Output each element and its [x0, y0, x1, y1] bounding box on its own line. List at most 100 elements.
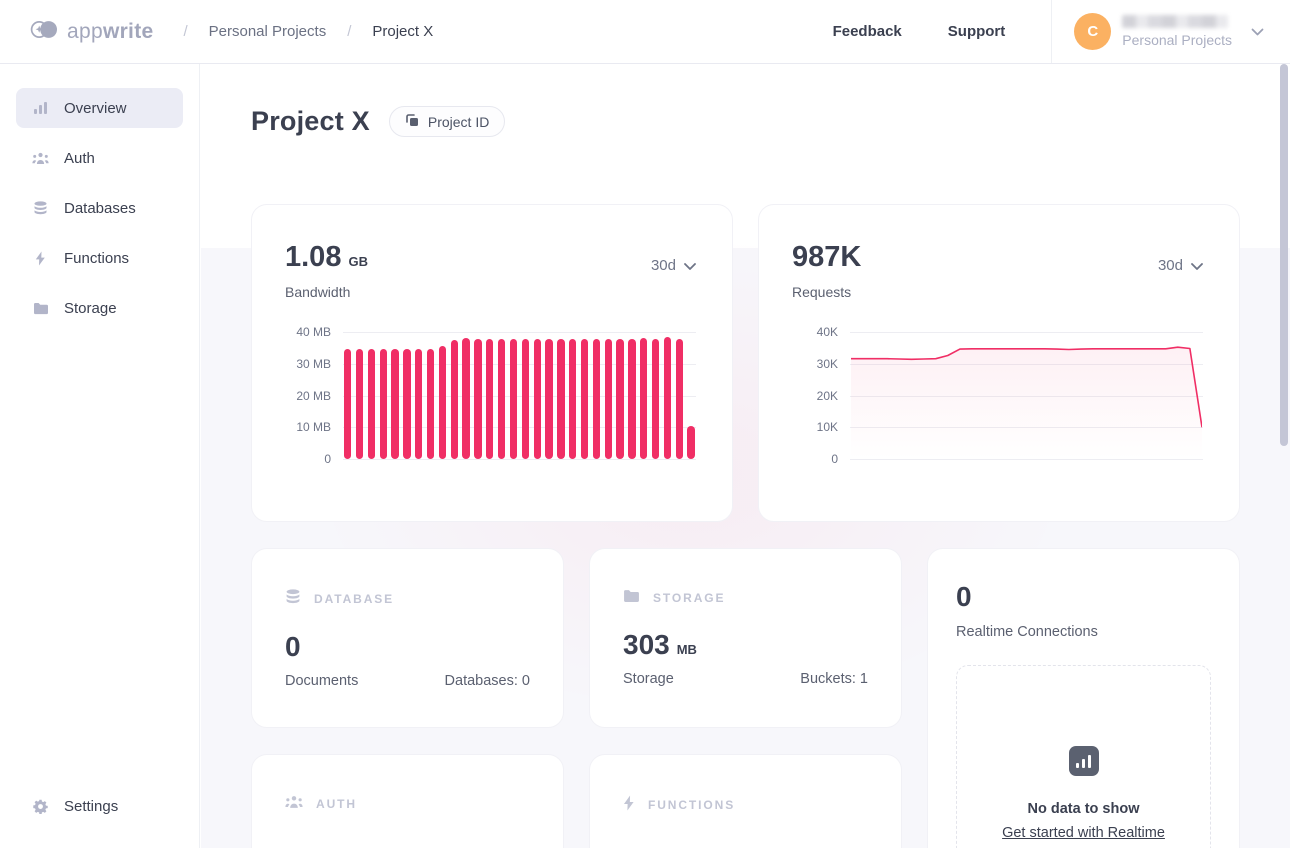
y-tick: 10 MB: [296, 420, 331, 434]
database-card-footer: Documents Databases: 0: [285, 673, 530, 689]
bandwidth-unit: GB: [348, 254, 368, 269]
sidebar-item-label: Databases: [64, 200, 136, 217]
feedback-link[interactable]: Feedback: [833, 23, 902, 40]
bandwidth-y-axis: 40 MB 30 MB 20 MB 10 MB 0: [285, 332, 343, 459]
lightning-icon: [32, 251, 49, 266]
y-tick: 40K: [817, 325, 838, 339]
chevron-down-icon: [1251, 23, 1264, 41]
breadcrumb-personal-projects[interactable]: Personal Projects: [209, 23, 327, 40]
sidebar-item-storage[interactable]: Storage: [16, 288, 183, 328]
project-id-button[interactable]: Project ID: [389, 106, 505, 137]
sidebar-item-overview[interactable]: Overview: [16, 88, 183, 128]
page-title: Project X: [251, 106, 370, 137]
documents-label: Documents: [285, 673, 358, 689]
realtime-connections-count: 0: [956, 581, 1211, 613]
y-tick: 0: [324, 452, 331, 466]
y-tick: 40 MB: [296, 325, 331, 339]
chevron-down-icon: [684, 257, 696, 274]
bandwidth-plot: [343, 332, 696, 459]
auth-card[interactable]: AUTH: [251, 754, 564, 848]
buckets-meta: Buckets: 1: [800, 671, 868, 687]
header-right: Feedback Support C Personal Projects: [833, 0, 1290, 63]
user-name-redacted: [1122, 15, 1228, 28]
breadcrumb-project-x[interactable]: Project X: [372, 23, 433, 40]
y-tick: 20K: [817, 389, 838, 403]
requests-period-select[interactable]: 30d: [1158, 257, 1203, 274]
folder-icon: [32, 302, 49, 315]
functions-card[interactable]: FUNCTIONS: [589, 754, 902, 848]
avatar: C: [1074, 13, 1111, 50]
database-icon: [32, 201, 49, 216]
auth-card-header: AUTH: [285, 795, 530, 812]
bar-chart-icon: [32, 101, 49, 115]
sidebar-item-databases[interactable]: Databases: [16, 188, 183, 228]
appwrite-logo-icon: [30, 20, 58, 44]
breadcrumb: / Personal Projects / Project X: [183, 23, 433, 40]
realtime-connections-label: Realtime Connections: [956, 624, 1211, 640]
get-started-realtime-link[interactable]: Get started with Realtime: [1002, 825, 1165, 841]
folder-icon: [623, 589, 640, 606]
lightning-icon: [623, 795, 635, 814]
y-tick: 20 MB: [296, 389, 331, 403]
sidebar-item-label: Overview: [64, 100, 127, 117]
top-header: appwrite / Personal Projects / Project X…: [0, 0, 1290, 64]
storage-size: 303MB: [623, 629, 868, 661]
gridline: [343, 459, 696, 460]
no-data-title: No data to show: [1028, 801, 1140, 817]
y-tick: 30K: [817, 357, 838, 371]
breadcrumb-separator: /: [347, 23, 351, 40]
vertical-scrollbar[interactable]: [1280, 64, 1288, 446]
database-card[interactable]: DATABASE 0 Documents Databases: 0: [251, 548, 564, 728]
database-icon: [285, 589, 301, 608]
main-content: Project X Project ID 1.08GB Bandwidth 30…: [201, 64, 1290, 848]
y-tick: 30 MB: [296, 357, 331, 371]
support-link[interactable]: Support: [948, 23, 1006, 40]
bandwidth-period-select[interactable]: 30d: [651, 257, 696, 274]
sidebar-item-settings[interactable]: Settings: [16, 786, 183, 826]
sidebar-item-functions[interactable]: Functions: [16, 238, 183, 278]
requests-chart: 40K 30K 20K 10K 0: [792, 332, 1203, 459]
bar-chart-icon: [1069, 746, 1099, 776]
requests-y-axis: 40K 30K 20K 10K 0: [792, 332, 850, 459]
appwrite-logo[interactable]: appwrite: [30, 20, 153, 44]
functions-card-header: FUNCTIONS: [623, 795, 868, 814]
bandwidth-bars: [344, 332, 695, 459]
realtime-card: 0 Realtime Connections No data to show G…: [927, 548, 1240, 848]
appwrite-logo-text: appwrite: [67, 20, 153, 44]
storage-card[interactable]: STORAGE 303MB Storage Buckets: 1: [589, 548, 902, 728]
users-icon: [285, 795, 303, 812]
sidebar-item-label: Settings: [64, 798, 118, 815]
requests-label: Requests: [792, 284, 1203, 300]
chevron-down-icon: [1191, 257, 1203, 274]
storage-unit: MB: [677, 642, 697, 657]
requests-line: [851, 332, 1202, 459]
sidebar-item-label: Auth: [64, 150, 95, 167]
organization-name: Personal Projects: [1122, 32, 1232, 48]
storage-card-header: STORAGE: [623, 589, 868, 606]
realtime-empty-state: No data to show Get started with Realtim…: [956, 665, 1211, 848]
storage-card-footer: Storage Buckets: 1: [623, 671, 868, 687]
databases-meta: Databases: 0: [445, 673, 530, 689]
usage-charts-row: 1.08GB Bandwidth 30d 40 MB 30 MB 20 MB 1…: [251, 204, 1240, 522]
sidebar: Overview Auth Databases Functions Storag…: [0, 64, 200, 848]
sidebar-item-label: Storage: [64, 300, 117, 317]
bandwidth-label: Bandwidth: [285, 284, 696, 300]
documents-count: 0: [285, 631, 530, 663]
y-tick: 0: [831, 452, 838, 466]
title-row: Project X Project ID: [251, 64, 1240, 137]
breadcrumb-separator: /: [183, 23, 187, 40]
requests-card: 987K Requests 30d 40K 30K 20K 10K 0: [758, 204, 1240, 522]
bandwidth-chart: 40 MB 30 MB 20 MB 10 MB 0: [285, 332, 696, 459]
sidebar-item-auth[interactable]: Auth: [16, 138, 183, 178]
storage-label: Storage: [623, 671, 674, 687]
account-names: Personal Projects: [1122, 15, 1232, 48]
requests-plot: [850, 332, 1203, 459]
stat-cards-grid: DATABASE 0 Documents Databases: 0 AUTH: [251, 548, 1240, 848]
copy-icon: [405, 113, 419, 130]
account-menu[interactable]: C Personal Projects: [1052, 13, 1290, 50]
gridline: [850, 459, 1203, 460]
requests-value: 987K: [792, 241, 1203, 274]
database-card-header: DATABASE: [285, 589, 530, 608]
project-id-label: Project ID: [428, 114, 489, 130]
bandwidth-card: 1.08GB Bandwidth 30d 40 MB 30 MB 20 MB 1…: [251, 204, 733, 522]
